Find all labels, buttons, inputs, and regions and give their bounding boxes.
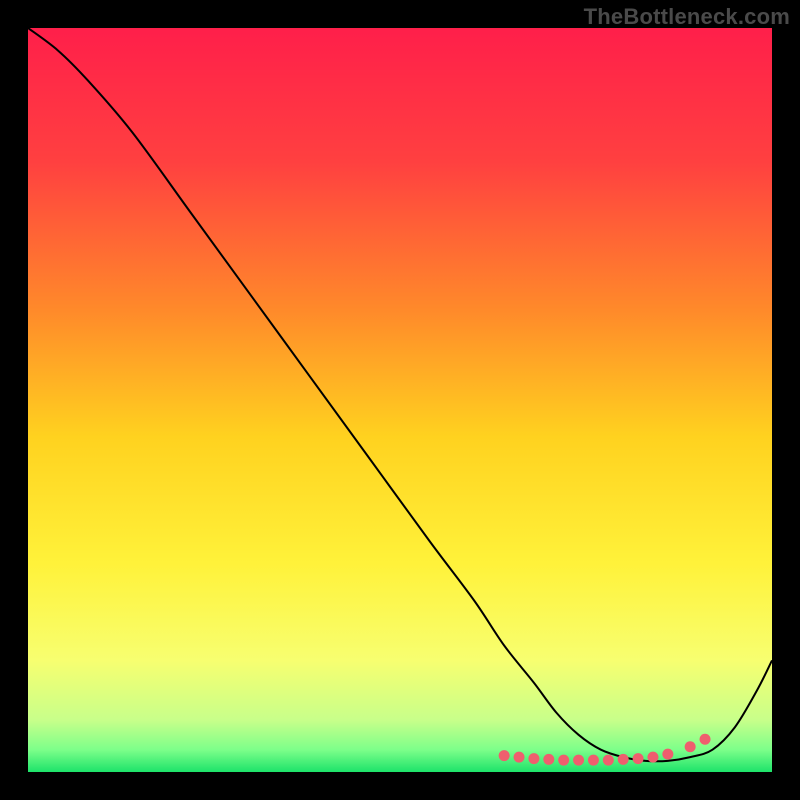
marker-dot (573, 755, 584, 766)
marker-dot (514, 752, 525, 763)
gradient-background (28, 28, 772, 772)
marker-dot (588, 755, 599, 766)
marker-dot (685, 741, 696, 752)
marker-dot (528, 753, 539, 764)
watermark-label: TheBottleneck.com (584, 4, 790, 30)
chart-frame: TheBottleneck.com (0, 0, 800, 800)
marker-dot (558, 755, 569, 766)
marker-dot (633, 753, 644, 764)
marker-dot (662, 749, 673, 760)
chart-svg (28, 28, 772, 772)
marker-dot (603, 755, 614, 766)
marker-dot (618, 754, 629, 765)
marker-dot (499, 750, 510, 761)
plot-area (28, 28, 772, 772)
marker-dot (647, 752, 658, 763)
marker-dot (543, 754, 554, 765)
marker-dot (700, 734, 711, 745)
